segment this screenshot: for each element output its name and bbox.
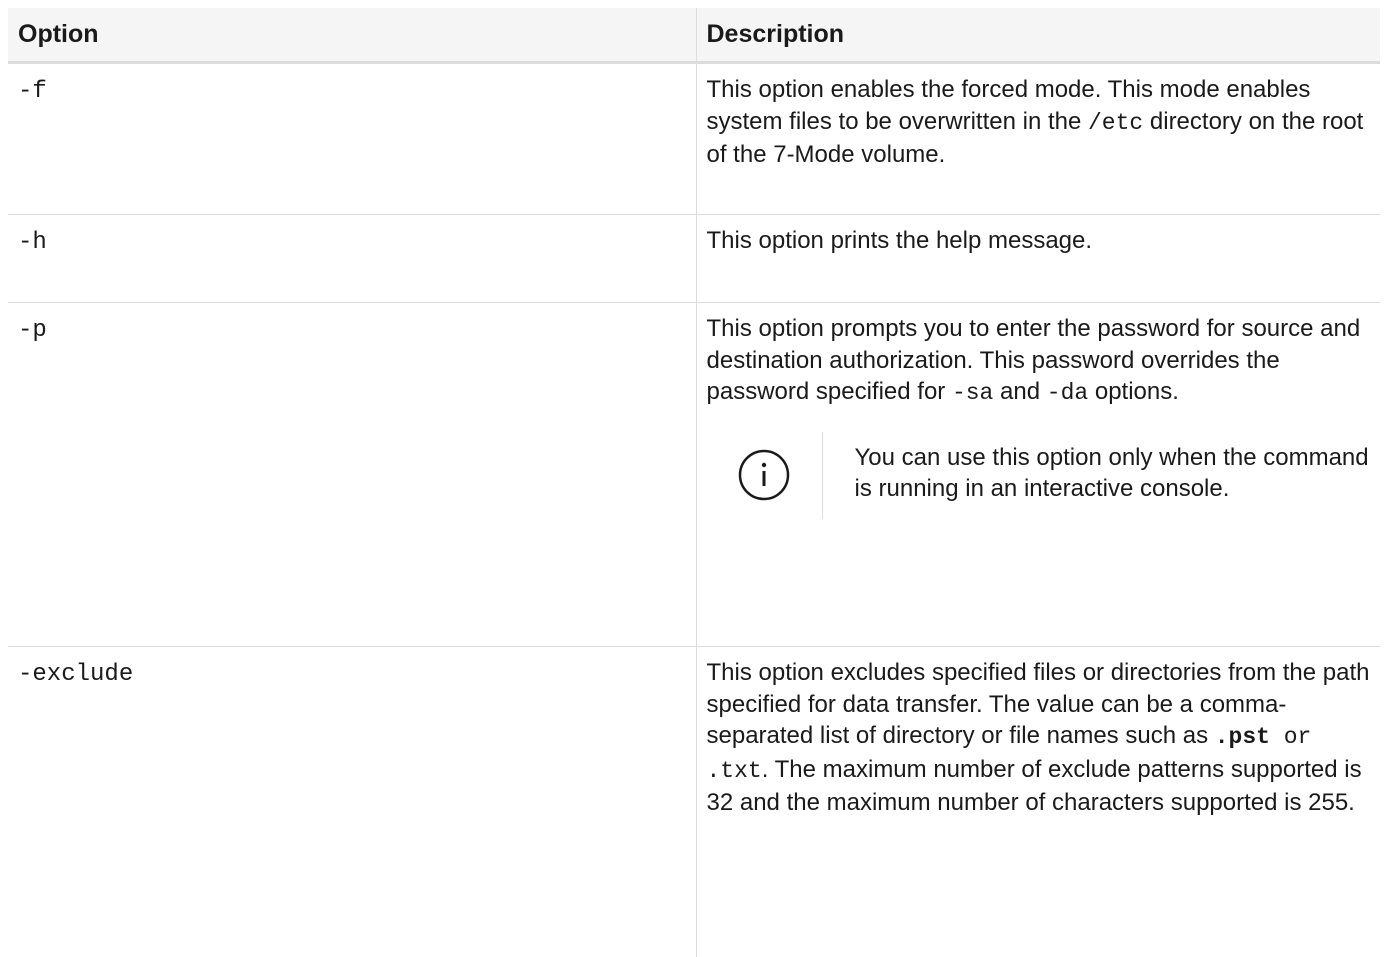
code-option: -da bbox=[1047, 380, 1088, 406]
description-cell: This option prints the help message. bbox=[696, 215, 1380, 303]
description-text: This option prints the help message. bbox=[707, 227, 1093, 254]
description-text: and bbox=[993, 378, 1046, 405]
options-table-container: Option Description -f This option enable… bbox=[8, 8, 1380, 957]
table-row: -f This option enables the forced mode. … bbox=[8, 63, 1380, 215]
code-option: -sa bbox=[952, 380, 993, 406]
description-text: . The maximum number of exclude patterns… bbox=[707, 756, 1362, 817]
option-name: -exclude bbox=[18, 659, 686, 691]
option-cell: -f bbox=[8, 63, 696, 215]
table-row: -exclude This option excludes specified … bbox=[8, 647, 1380, 957]
table-row: -h This option prints the help message. bbox=[8, 215, 1380, 303]
option-cell: -exclude bbox=[8, 647, 696, 957]
description-text: options. bbox=[1088, 378, 1179, 405]
option-name: -p bbox=[18, 315, 686, 347]
description-cell: This option enables the forced mode. Thi… bbox=[696, 63, 1380, 215]
info-circle-icon bbox=[707, 432, 822, 519]
description-paragraph: This option prompts you to enter the pas… bbox=[707, 313, 1371, 410]
code-text: or bbox=[1270, 724, 1311, 750]
option-cell: -h bbox=[8, 215, 696, 303]
options-table: Option Description -f This option enable… bbox=[8, 8, 1380, 957]
column-header-option: Option bbox=[8, 8, 696, 63]
note-text: You can use this option only when the co… bbox=[822, 432, 1371, 519]
option-cell: -p bbox=[8, 303, 696, 647]
column-header-description: Description bbox=[696, 8, 1380, 63]
option-name: -f bbox=[18, 76, 686, 108]
description-cell: This option excludes specified files or … bbox=[696, 647, 1380, 957]
note-callout: You can use this option only when the co… bbox=[707, 432, 1371, 519]
table-row: -p This option prompts you to enter the … bbox=[8, 303, 1380, 647]
code-path: /etc bbox=[1088, 110, 1143, 136]
description-cell: This option prompts you to enter the pas… bbox=[696, 303, 1380, 647]
table-header-row: Option Description bbox=[8, 8, 1380, 63]
code-extension-bold: .pst bbox=[1215, 724, 1270, 750]
code-extension: .txt bbox=[707, 758, 762, 784]
option-name: -h bbox=[18, 227, 686, 259]
